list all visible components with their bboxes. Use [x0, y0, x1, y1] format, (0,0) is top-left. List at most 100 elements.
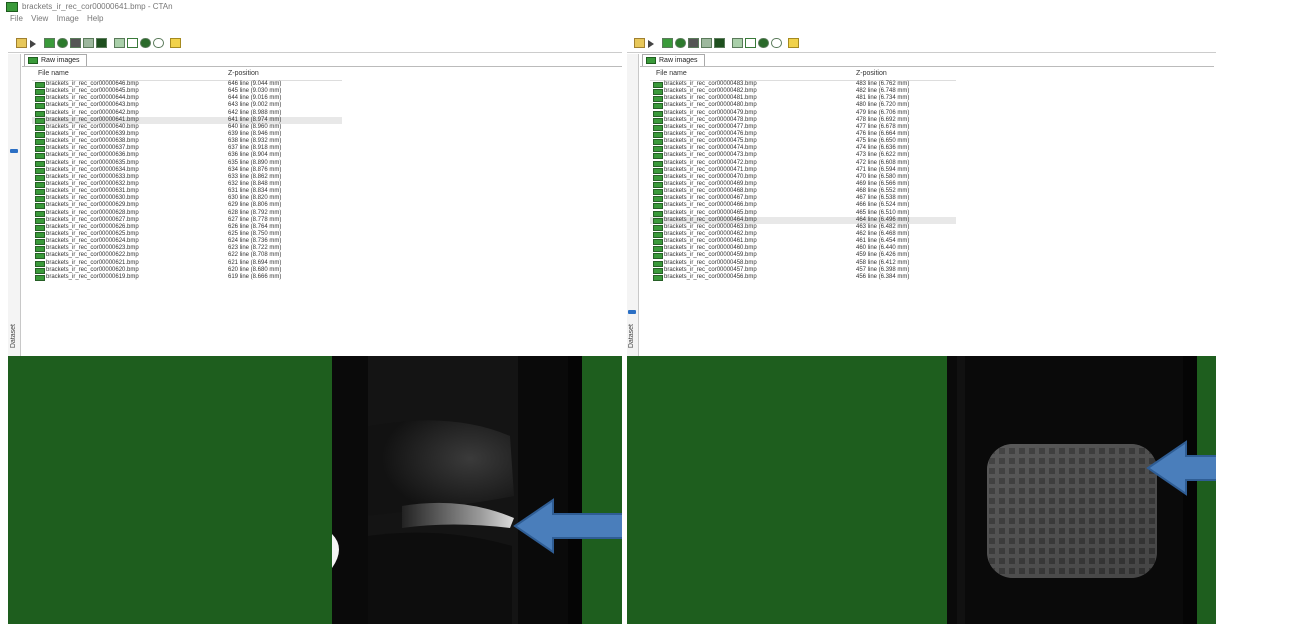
play-icon[interactable]	[648, 40, 655, 48]
file-row[interactable]: brackets_ir_rec_cor00000631.bmp 631 line …	[32, 188, 342, 196]
file-row[interactable]: brackets_ir_rec_cor00000473.bmp 473 line …	[650, 152, 956, 160]
open-folder-icon[interactable]	[16, 38, 27, 48]
plot-icon[interactable]	[127, 38, 138, 48]
left-toolbar	[8, 36, 622, 53]
file-row[interactable]: brackets_ir_rec_cor00000638.bmp 638 line …	[32, 138, 342, 146]
play-icon[interactable]	[30, 40, 37, 48]
selected-file-row[interactable]: brackets_ir_rec_cor00000641.bmp 641 line …	[32, 116, 342, 124]
rotate-icon[interactable]	[153, 38, 164, 48]
file-row[interactable]: brackets_ir_rec_cor00000465.bmp 465 line …	[650, 210, 956, 217]
menu-help[interactable]: Help	[87, 14, 103, 23]
file-row[interactable]: brackets_ir_rec_cor00000462.bmp 462 line …	[650, 231, 956, 238]
slice-position-marker[interactable]	[10, 149, 18, 153]
file-row[interactable]: brackets_ir_rec_cor00000640.bmp 640 line …	[32, 124, 342, 131]
image-view-icon[interactable]	[114, 38, 125, 48]
binary-icon[interactable]	[70, 38, 81, 48]
file-row[interactable]: brackets_ir_rec_cor00000630.bmp 630 line …	[32, 195, 342, 203]
file-row[interactable]: brackets_ir_rec_cor00000459.bmp 459 line …	[650, 252, 956, 260]
column-z-position[interactable]: Z-position	[856, 68, 887, 80]
sphere-icon[interactable]	[758, 38, 769, 48]
file-row[interactable]: brackets_ir_rec_cor00000476.bmp 476 line …	[650, 131, 956, 138]
file-row[interactable]: brackets_ir_rec_cor00000636.bmp 636 line …	[32, 152, 342, 160]
file-row[interactable]: brackets_ir_rec_cor00000628.bmp 628 line …	[32, 210, 342, 217]
file-name: brackets_ir_rec_cor00000473.bmp	[664, 152, 757, 159]
file-row[interactable]: brackets_ir_rec_cor00000480.bmp 480 line …	[650, 102, 956, 110]
menu-view[interactable]: View	[31, 14, 48, 23]
file-row[interactable]: brackets_ir_rec_cor00000645.bmp 645 line …	[32, 88, 342, 96]
bmp-file-icon	[653, 174, 663, 181]
file-row[interactable]: brackets_ir_rec_cor00000619.bmp 619 line …	[32, 274, 342, 281]
binary-icon[interactable]	[688, 38, 699, 48]
morphology-icon[interactable]	[701, 38, 712, 48]
file-row[interactable]: brackets_ir_rec_cor00000479.bmp 479 line …	[650, 110, 956, 117]
analysis-icon[interactable]	[714, 38, 725, 48]
file-row[interactable]: brackets_ir_rec_cor00000483.bmp 483 line …	[650, 81, 956, 88]
morphology-icon[interactable]	[83, 38, 94, 48]
file-row[interactable]: brackets_ir_rec_cor00000621.bmp 621 line …	[32, 260, 342, 267]
sphere-icon[interactable]	[140, 38, 151, 48]
file-row[interactable]: brackets_ir_rec_cor00000632.bmp 632 line …	[32, 181, 342, 188]
file-row[interactable]: brackets_ir_rec_cor00000475.bmp 475 line …	[650, 138, 956, 146]
help-pointer-icon[interactable]	[170, 38, 181, 48]
file-row[interactable]: brackets_ir_rec_cor00000469.bmp 469 line …	[650, 181, 956, 188]
file-row[interactable]: brackets_ir_rec_cor00000637.bmp 637 line …	[32, 145, 342, 153]
selected-file-row[interactable]: brackets_ir_rec_cor00000464.bmp 464 line …	[650, 216, 956, 224]
tab-raw-images[interactable]: Raw images	[642, 54, 705, 66]
file-row[interactable]: brackets_ir_rec_cor00000472.bmp 472 line …	[650, 160, 956, 167]
file-row[interactable]: brackets_ir_rec_cor00000457.bmp 457 line …	[650, 267, 956, 274]
file-row[interactable]: brackets_ir_rec_cor00000461.bmp 461 line …	[650, 238, 956, 246]
file-row[interactable]: brackets_ir_rec_cor00000646.bmp 646 line …	[32, 81, 342, 88]
menu-file[interactable]: File	[10, 14, 23, 23]
rotate-icon[interactable]	[771, 38, 782, 48]
file-row[interactable]: brackets_ir_rec_cor00000635.bmp 635 line …	[32, 160, 342, 167]
column-file-name[interactable]: File name	[38, 68, 69, 80]
raw-images-icon[interactable]	[44, 38, 55, 48]
roi-icon[interactable]	[675, 38, 686, 48]
tab-raw-images[interactable]: Raw images	[24, 54, 87, 66]
file-row[interactable]: brackets_ir_rec_cor00000460.bmp 460 line …	[650, 245, 956, 253]
file-row[interactable]: brackets_ir_rec_cor00000474.bmp 474 line …	[650, 145, 956, 153]
file-row[interactable]: brackets_ir_rec_cor00000639.bmp 639 line …	[32, 131, 342, 138]
file-row[interactable]: brackets_ir_rec_cor00000624.bmp 624 line …	[32, 238, 342, 246]
file-row[interactable]: brackets_ir_rec_cor00000456.bmp 456 line …	[650, 274, 956, 281]
file-row[interactable]: brackets_ir_rec_cor00000644.bmp 644 line …	[32, 95, 342, 103]
file-row[interactable]: brackets_ir_rec_cor00000482.bmp 482 line …	[650, 88, 956, 96]
file-row[interactable]: brackets_ir_rec_cor00000467.bmp 467 line …	[650, 195, 956, 203]
raw-images-icon[interactable]	[662, 38, 673, 48]
file-row[interactable]: brackets_ir_rec_cor00000626.bmp 626 line …	[32, 224, 342, 231]
file-row[interactable]: brackets_ir_rec_cor00000622.bmp 622 line …	[32, 252, 342, 260]
open-folder-icon[interactable]	[634, 38, 645, 48]
slice-position-marker[interactable]	[628, 310, 636, 314]
image-view-icon[interactable]	[732, 38, 743, 48]
file-row[interactable]: brackets_ir_rec_cor00000468.bmp 468 line …	[650, 188, 956, 196]
analysis-icon[interactable]	[96, 38, 107, 48]
file-row[interactable]: brackets_ir_rec_cor00000642.bmp 642 line …	[32, 110, 342, 117]
file-row[interactable]: brackets_ir_rec_cor00000458.bmp 458 line …	[650, 260, 956, 267]
z-position: 622 line (8.708 mm)	[228, 252, 282, 259]
file-row[interactable]: brackets_ir_rec_cor00000633.bmp 633 line …	[32, 174, 342, 181]
file-row[interactable]: brackets_ir_rec_cor00000620.bmp 620 line …	[32, 267, 342, 274]
column-z-position[interactable]: Z-position	[228, 68, 259, 80]
column-file-name[interactable]: File name	[656, 68, 687, 80]
file-row[interactable]: brackets_ir_rec_cor00000463.bmp 463 line …	[650, 224, 956, 231]
file-row[interactable]: brackets_ir_rec_cor00000478.bmp 478 line …	[650, 117, 956, 124]
file-row[interactable]: brackets_ir_rec_cor00000625.bmp 625 line …	[32, 231, 342, 238]
help-pointer-icon[interactable]	[788, 38, 799, 48]
file-row[interactable]: brackets_ir_rec_cor00000466.bmp 466 line …	[650, 202, 956, 210]
file-name: brackets_ir_rec_cor00000630.bmp	[46, 195, 139, 202]
file-row[interactable]: brackets_ir_rec_cor00000627.bmp 627 line …	[32, 217, 342, 224]
file-row[interactable]: brackets_ir_rec_cor00000477.bmp 477 line …	[650, 124, 956, 131]
plot-icon[interactable]	[745, 38, 756, 48]
roi-icon[interactable]	[57, 38, 68, 48]
left-image-viewer[interactable]	[8, 356, 622, 624]
file-row[interactable]: brackets_ir_rec_cor00000470.bmp 470 line …	[650, 174, 956, 181]
file-row[interactable]: brackets_ir_rec_cor00000634.bmp 634 line …	[32, 167, 342, 174]
file-row[interactable]: brackets_ir_rec_cor00000481.bmp 481 line …	[650, 95, 956, 103]
file-row[interactable]: brackets_ir_rec_cor00000643.bmp 643 line …	[32, 102, 342, 110]
file-row[interactable]: brackets_ir_rec_cor00000471.bmp 471 line …	[650, 167, 956, 174]
right-image-viewer[interactable]	[627, 356, 1216, 624]
menu-image[interactable]: Image	[57, 14, 79, 23]
file-row[interactable]: brackets_ir_rec_cor00000623.bmp 623 line …	[32, 245, 342, 253]
file-name: brackets_ir_rec_cor00000619.bmp	[46, 273, 139, 280]
file-row[interactable]: brackets_ir_rec_cor00000629.bmp 629 line …	[32, 202, 342, 210]
